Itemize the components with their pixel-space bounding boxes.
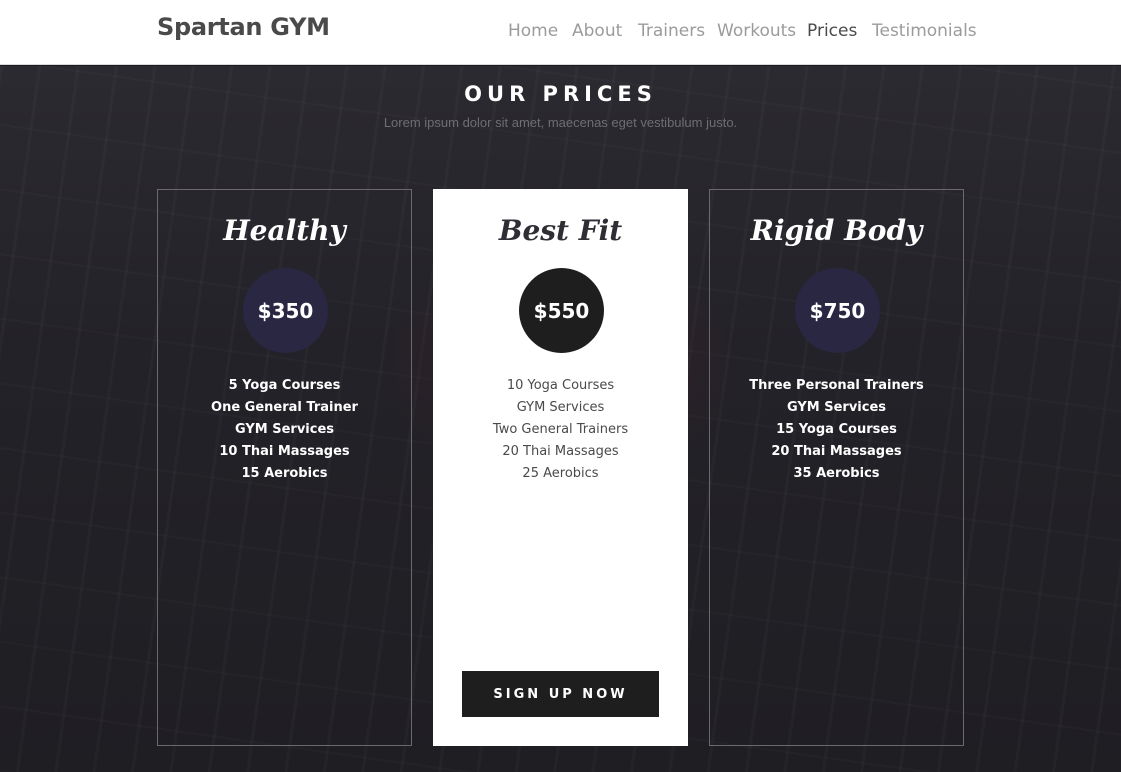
- feature-item: 15 Aerobics: [241, 466, 328, 481]
- plan-price: $750: [809, 298, 866, 323]
- plan-card-healthy: Healthy $350 5 Yoga Courses One General …: [157, 189, 412, 746]
- nav-workouts[interactable]: Workouts: [717, 21, 796, 41]
- feature-item: 20 Thai Massages: [771, 444, 902, 459]
- feature-item: 35 Aerobics: [793, 466, 880, 481]
- feature-item: 25 Aerobics: [522, 466, 599, 481]
- feature-item: GYM Services: [786, 400, 887, 415]
- plan-name: Rigid Body: [750, 214, 923, 247]
- plan-name: Best Fit: [498, 214, 623, 247]
- plan-price: $550: [533, 298, 590, 323]
- feature-list: 5 Yoga Courses One General Trainer GYM S…: [158, 375, 411, 485]
- section-title: OUR PRICES: [464, 82, 657, 106]
- feature-item: 10 Yoga Courses: [506, 378, 615, 393]
- feature-item: 10 Thai Massages: [219, 444, 350, 459]
- feature-item: Three Personal Trainers: [749, 378, 924, 393]
- site-header: Spartan GYM Home About Trainers Workouts…: [0, 0, 1121, 65]
- price-circle: $550: [519, 268, 604, 353]
- main-nav: Home About Trainers Workouts Prices Test…: [0, 21, 1121, 45]
- feature-item: Two General Trainers: [492, 422, 629, 437]
- plan-price: $350: [257, 298, 314, 323]
- feature-list: Three Personal Trainers GYM Services 15 …: [710, 375, 963, 485]
- feature-item: 5 Yoga Courses: [228, 378, 341, 393]
- plan-name: Healthy: [223, 214, 346, 247]
- nav-prices[interactable]: Prices: [807, 21, 857, 41]
- feature-item: 15 Yoga Courses: [776, 422, 897, 437]
- section-subtitle: Lorem ipsum dolor sit amet, maecenas ege…: [383, 115, 738, 130]
- nav-home[interactable]: Home: [508, 21, 558, 41]
- price-circle: $350: [243, 268, 328, 353]
- feature-list: 10 Yoga Courses GYM Services Two General…: [434, 375, 687, 485]
- feature-item: GYM Services: [516, 400, 605, 415]
- feature-item: 20 Thai Massages: [502, 444, 619, 459]
- feature-item: One General Trainer: [211, 400, 358, 415]
- sign-up-button[interactable]: SIGN UP NOW: [462, 671, 659, 717]
- nav-trainers[interactable]: Trainers: [638, 21, 705, 41]
- feature-item: GYM Services: [234, 422, 335, 437]
- price-circle: $750: [795, 268, 880, 353]
- nav-testimonials[interactable]: Testimonials: [872, 21, 977, 41]
- plan-card-rigid-body: Rigid Body $750 Three Personal Trainers …: [709, 189, 964, 746]
- plan-card-best-fit: Best Fit $550 10 Yoga Courses GYM Servic…: [433, 189, 688, 746]
- nav-about[interactable]: About: [572, 21, 622, 41]
